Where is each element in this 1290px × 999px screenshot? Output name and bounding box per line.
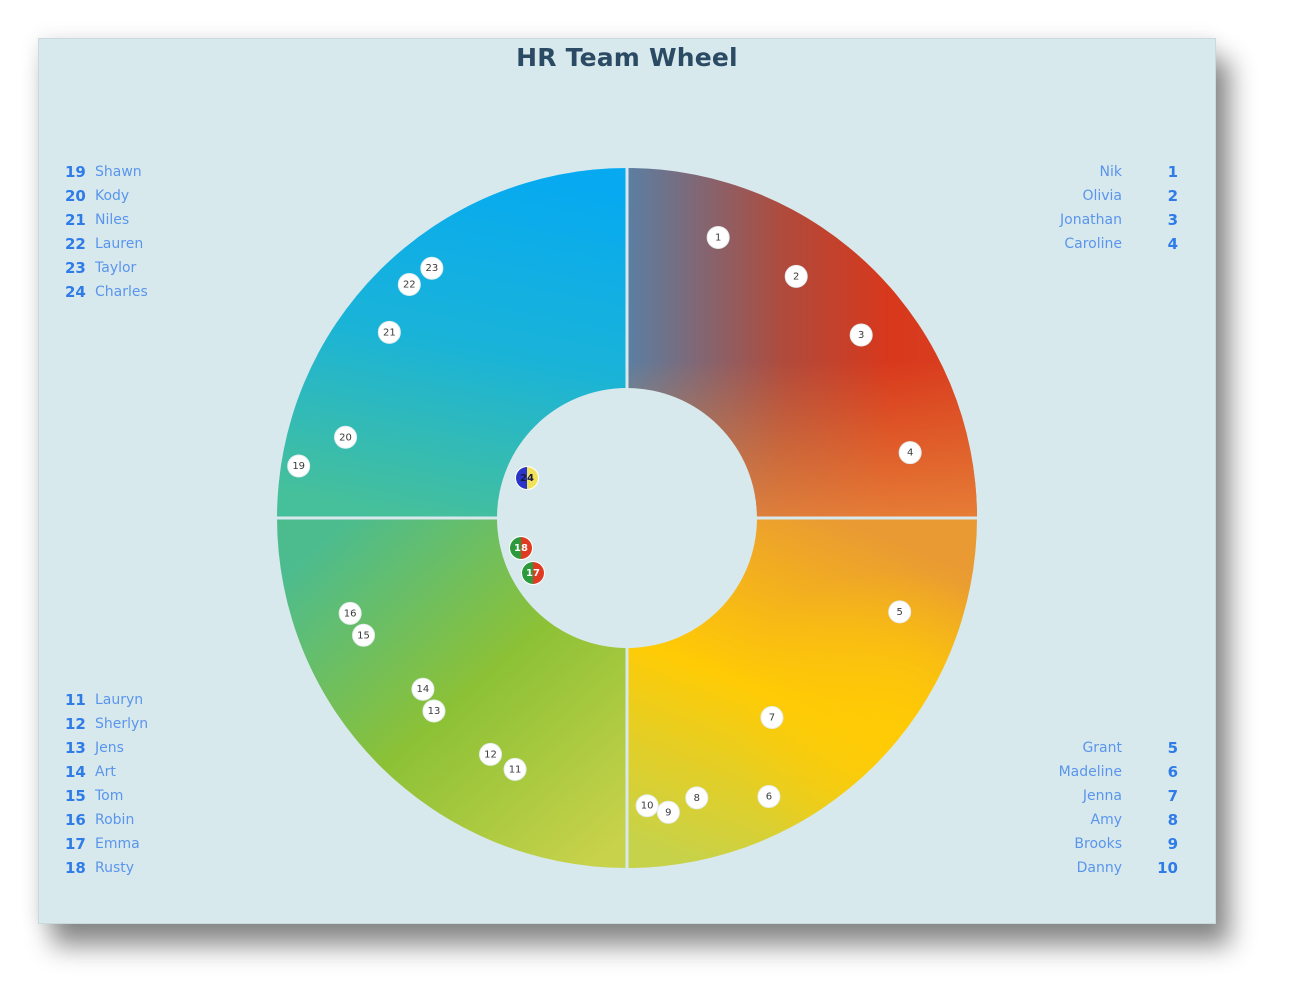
member-marker-24[interactable]: 24 — [515, 466, 539, 490]
member-marker-15[interactable]: 15 — [352, 623, 376, 647]
member-marker-2[interactable]: 2 — [784, 264, 808, 288]
member-marker-22[interactable]: 22 — [397, 273, 421, 297]
member-marker-10[interactable]: 10 — [635, 794, 659, 818]
marker-label: 10 — [641, 801, 654, 812]
member-marker-17[interactable]: 17 — [521, 561, 545, 585]
marker-label: 13 — [428, 706, 441, 717]
marker-label: 16 — [344, 608, 357, 619]
member-marker-4[interactable]: 4 — [898, 441, 922, 465]
marker-label: 6 — [766, 792, 772, 803]
marker-label: 9 — [665, 807, 671, 818]
marker-label: 11 — [509, 764, 522, 775]
marker-label: 24 — [520, 473, 534, 484]
member-marker-19[interactable]: 19 — [287, 454, 311, 478]
member-marker-20[interactable]: 20 — [334, 425, 358, 449]
member-marker-3[interactable]: 3 — [849, 323, 873, 347]
marker-label: 14 — [417, 684, 430, 695]
member-marker-11[interactable]: 11 — [503, 757, 527, 781]
marker-label: 3 — [858, 330, 864, 341]
team-wheel: 123456789101112131415161718192021222324 — [277, 168, 977, 868]
member-marker-16[interactable]: 16 — [338, 601, 362, 625]
member-marker-9[interactable]: 9 — [656, 800, 680, 824]
marker-label: 8 — [694, 793, 700, 804]
marker-label: 4 — [907, 448, 913, 459]
member-marker-21[interactable]: 21 — [377, 320, 401, 344]
marker-label: 20 — [339, 432, 352, 443]
marker-label: 12 — [484, 749, 497, 760]
marker-label: 22 — [403, 280, 416, 291]
marker-label: 19 — [292, 461, 305, 472]
marker-label: 15 — [357, 630, 370, 641]
quadrant-bottom-left — [277, 518, 627, 868]
marker-label: 21 — [383, 327, 396, 338]
quadrant-top-left — [277, 168, 627, 518]
quadrant-bottom-right-glow — [627, 518, 977, 868]
marker-label: 23 — [425, 263, 438, 274]
member-marker-5[interactable]: 5 — [888, 600, 912, 624]
member-marker-23[interactable]: 23 — [420, 256, 444, 280]
marker-label: 2 — [793, 271, 799, 282]
member-marker-8[interactable]: 8 — [685, 786, 709, 810]
marker-label: 17 — [526, 568, 540, 579]
marker-label: 1 — [715, 232, 721, 243]
marker-label: 7 — [769, 713, 775, 724]
member-marker-7[interactable]: 7 — [760, 706, 784, 730]
member-marker-12[interactable]: 12 — [479, 742, 502, 766]
marker-label: 18 — [514, 543, 528, 554]
member-marker-18[interactable]: 18 — [509, 536, 533, 560]
quadrant-top-right-overlay — [627, 168, 977, 518]
member-marker-6[interactable]: 6 — [757, 785, 781, 809]
member-marker-13[interactable]: 13 — [422, 699, 446, 723]
marker-label: 5 — [897, 607, 903, 618]
member-marker-14[interactable]: 14 — [411, 677, 435, 701]
member-marker-1[interactable]: 1 — [706, 225, 730, 249]
